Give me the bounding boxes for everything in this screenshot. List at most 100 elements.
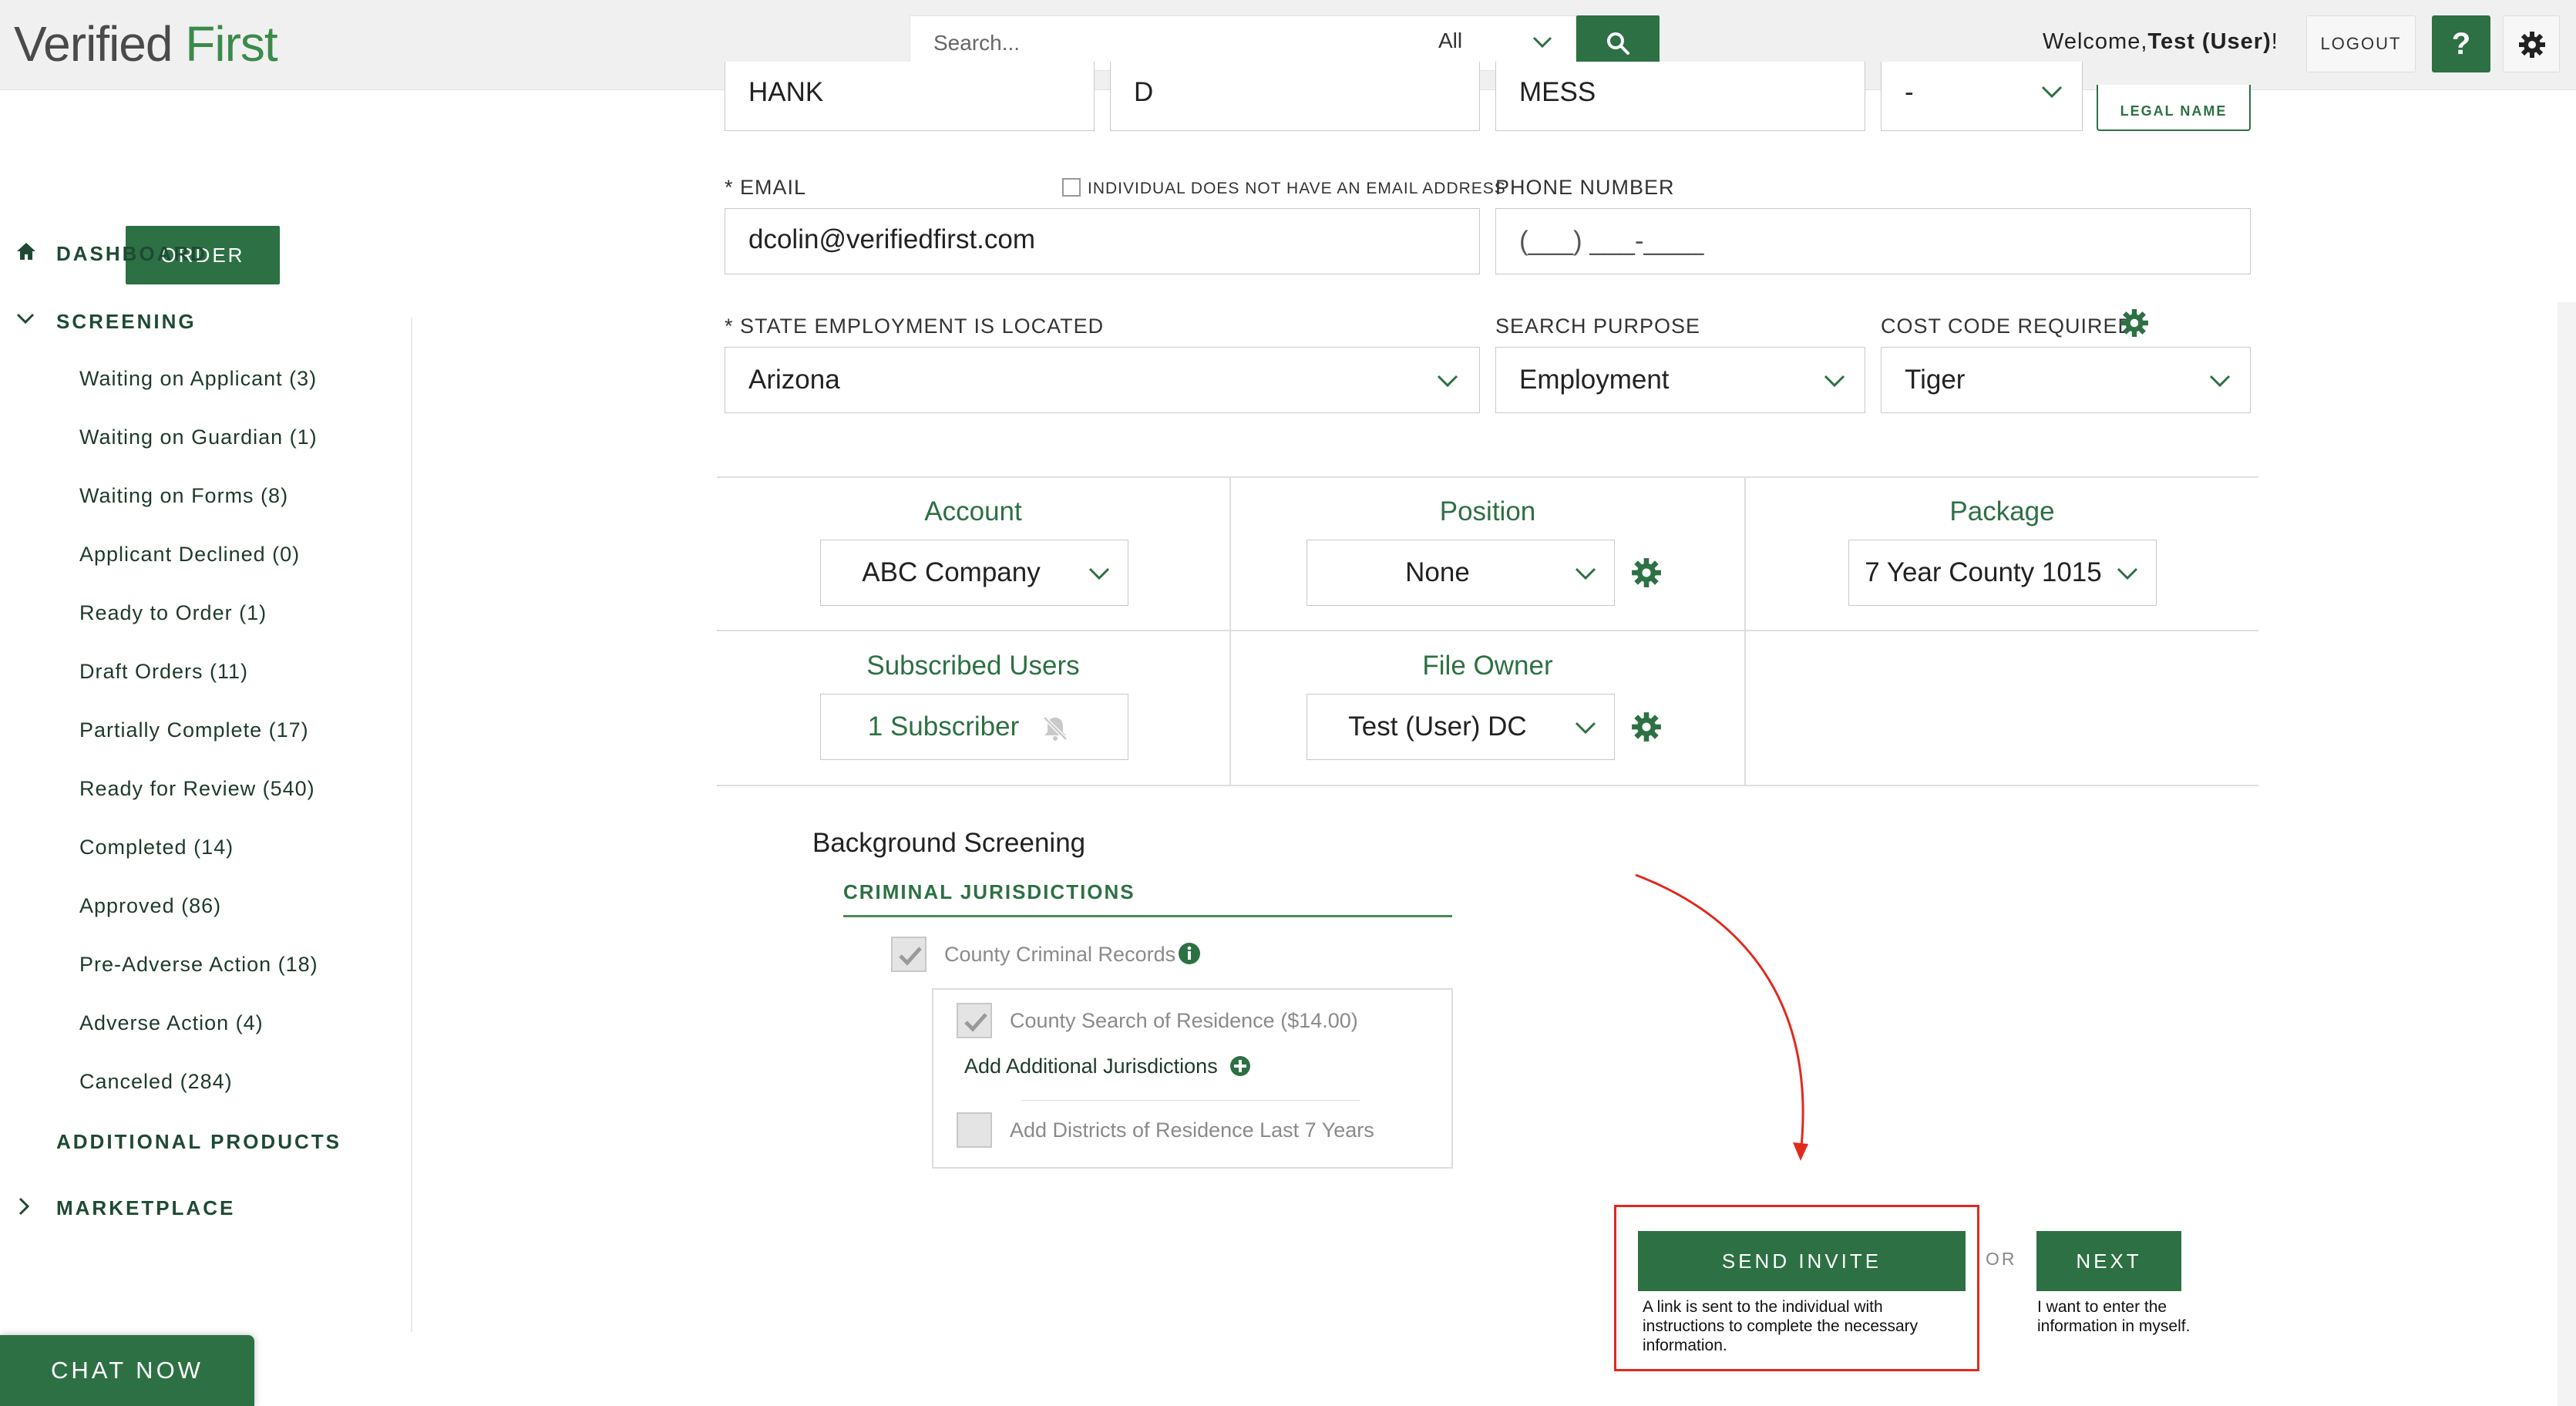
package-title: Package xyxy=(1949,496,2055,526)
home-icon xyxy=(17,243,35,260)
chevron-right-icon[interactable] xyxy=(15,1196,31,1216)
sidebar-item-ready-for-review[interactable]: Ready for Review (540) xyxy=(79,777,315,801)
state-select[interactable]: Arizona xyxy=(725,347,1480,413)
info-icon[interactable] xyxy=(1178,942,1201,965)
sidebar-item-dashboard[interactable]: DASHBOARD xyxy=(56,242,207,266)
phone-placeholder: (___) ___-____ xyxy=(1519,226,1704,256)
options-separator xyxy=(1021,1100,1360,1101)
gear-icon xyxy=(2519,32,2545,58)
or-separator: OR xyxy=(1986,1249,2017,1269)
add-districts-checkbox[interactable] xyxy=(957,1112,992,1148)
grid-line xyxy=(717,476,2258,478)
email-label: * EMAIL xyxy=(725,176,807,199)
sidebar-item-draft-orders[interactable]: Draft Orders (11) xyxy=(79,660,248,684)
file-owner-select[interactable]: Test (User) DC xyxy=(1306,694,1615,760)
chevron-down-icon[interactable] xyxy=(15,311,35,326)
sidebar-divider xyxy=(411,318,412,1332)
last-name-value: MESS xyxy=(1519,77,1596,107)
add-jurisdictions-link[interactable]: Add Additional Jurisdictions xyxy=(964,1054,1218,1078)
criminal-jurisdictions-title: CRIMINAL JURISDICTIONS xyxy=(843,880,1135,903)
position-gear-icon[interactable] xyxy=(1631,557,1662,588)
sidebar-item-waiting-on-forms[interactable]: Waiting on Forms (8) xyxy=(79,484,288,508)
criminal-jurisdictions-underline xyxy=(843,915,1452,917)
chevron-down-icon xyxy=(1575,567,1596,580)
package-value: 7 Year County 1015 xyxy=(1865,557,2102,587)
logo-text-first: First xyxy=(185,16,277,72)
file-owner-title: File Owner xyxy=(1422,651,1553,681)
county-search-residence-label: County Search of Residence ($14.00) xyxy=(1010,1009,1358,1032)
first-name-value: HANK xyxy=(748,77,824,107)
sidebar-item-canceled[interactable]: Canceled (284) xyxy=(79,1070,233,1094)
email-field[interactable]: dcolin@verifiedfirst.com xyxy=(725,208,1480,274)
state-value: Arizona xyxy=(748,365,840,395)
sidebar-item-applicant-declined[interactable]: Applicant Declined (0) xyxy=(79,543,300,567)
suffix-select[interactable]: - xyxy=(1881,62,2083,131)
last-name-field[interactable]: MESS xyxy=(1495,62,1865,131)
logout-button[interactable]: LOGOUT xyxy=(2306,15,2416,72)
sidebar-item-adverse-action[interactable]: Adverse Action (4) xyxy=(79,1011,264,1035)
position-title: Position xyxy=(1439,496,1536,526)
chat-now-button[interactable]: CHAT NOW xyxy=(0,1335,254,1406)
welcome-message: Welcome,Test (User)! xyxy=(2043,29,2278,55)
no-email-checkbox[interactable] xyxy=(1062,178,1081,197)
sidebar-item-waiting-on-guardian[interactable]: Waiting on Guardian (1) xyxy=(79,426,318,449)
search-purpose-value: Employment xyxy=(1519,365,1670,395)
page-scrollbar[interactable] xyxy=(2558,302,2576,1406)
sidebar-item-approved[interactable]: Approved (86) xyxy=(79,894,221,918)
subscribed-users-title: Subscribed Users xyxy=(866,651,1080,681)
logo-text-verified: Verified xyxy=(14,16,173,72)
chevron-down-icon xyxy=(1575,722,1596,735)
middle-name-field[interactable]: D xyxy=(1110,62,1480,131)
chevron-down-icon xyxy=(2209,375,2231,388)
middle-name-value: D xyxy=(1134,77,1154,107)
state-label: * STATE EMPLOYMENT IS LOCATED xyxy=(725,314,1105,338)
grid-line xyxy=(717,785,2258,786)
file-owner-gear-icon[interactable] xyxy=(1631,711,1662,742)
sidebar-item-pre-adverse-action[interactable]: Pre-Adverse Action (18) xyxy=(79,953,318,977)
sidebar-item-completed[interactable]: Completed (14) xyxy=(79,836,234,859)
sidebar-item-partially-complete[interactable]: Partially Complete (17) xyxy=(79,718,309,742)
file-owner-value: Test (User) DC xyxy=(1348,711,1527,742)
sidebar-item-ready-to-order[interactable]: Ready to Order (1) xyxy=(79,601,267,625)
county-search-residence-checkbox[interactable] xyxy=(957,1003,992,1038)
cost-code-select[interactable]: Tiger xyxy=(1881,347,2251,413)
phone-number-field[interactable]: (___) ___-____ xyxy=(1495,208,2251,274)
send-invite-button[interactable]: SEND INVITE xyxy=(1638,1231,1966,1291)
chevron-down-icon xyxy=(1437,375,1458,388)
search-icon xyxy=(1607,32,1629,55)
suffix-value: - xyxy=(1905,77,1914,107)
welcome-prefix: Welcome, xyxy=(2043,29,2148,54)
county-criminal-records-label: County Criminal Records xyxy=(944,943,1176,966)
position-select[interactable]: None xyxy=(1306,540,1615,606)
cost-code-gear-icon[interactable] xyxy=(2120,308,2149,338)
package-select[interactable]: 7 Year County 1015 xyxy=(1848,540,2157,606)
check-icon xyxy=(964,1013,987,1032)
plus-circle-icon[interactable] xyxy=(1229,1055,1251,1077)
annotation-arrow xyxy=(1635,873,1808,1161)
verified-first-logo[interactable]: Verified First xyxy=(14,15,278,72)
phone-label: PHONE NUMBER xyxy=(1495,176,1675,199)
sidebar-item-waiting-on-applicant[interactable]: Waiting on Applicant (3) xyxy=(79,367,317,391)
help-button[interactable]: ? xyxy=(2432,15,2490,72)
cost-code-label: COST CODE REQUIRED xyxy=(1881,314,2134,338)
account-select[interactable]: ABC Company xyxy=(820,540,1128,606)
sidebar-item-marketplace[interactable]: MARKETPLACE xyxy=(56,1196,235,1220)
subscribed-users-value: 1 Subscriber xyxy=(867,711,1020,742)
settings-button[interactable] xyxy=(2503,15,2560,72)
search-purpose-select[interactable]: Employment xyxy=(1495,347,1865,413)
sidebar-item-additional-products[interactable]: ADDITIONAL PRODUCTS xyxy=(56,1130,341,1154)
next-button[interactable]: NEXT xyxy=(2036,1231,2181,1291)
welcome-user-name: Test (User) xyxy=(2147,29,2272,54)
chevron-down-icon xyxy=(1532,36,1552,49)
position-value: None xyxy=(1405,557,1470,587)
subscribed-users-select[interactable]: 1 Subscriber xyxy=(820,694,1128,760)
legal-name-button[interactable]: LEGAL NAME xyxy=(2097,85,2251,131)
bell-slash-icon xyxy=(1043,716,1068,741)
chevron-down-icon xyxy=(1088,567,1110,580)
county-criminal-records-checkbox[interactable] xyxy=(891,937,926,972)
sidebar-item-screening[interactable]: SCREENING xyxy=(56,310,197,334)
chevron-down-icon xyxy=(1824,375,1845,388)
search-scope-value: All xyxy=(1438,29,1463,52)
first-name-field[interactable]: HANK xyxy=(725,62,1095,131)
account-title: Account xyxy=(924,496,1022,526)
